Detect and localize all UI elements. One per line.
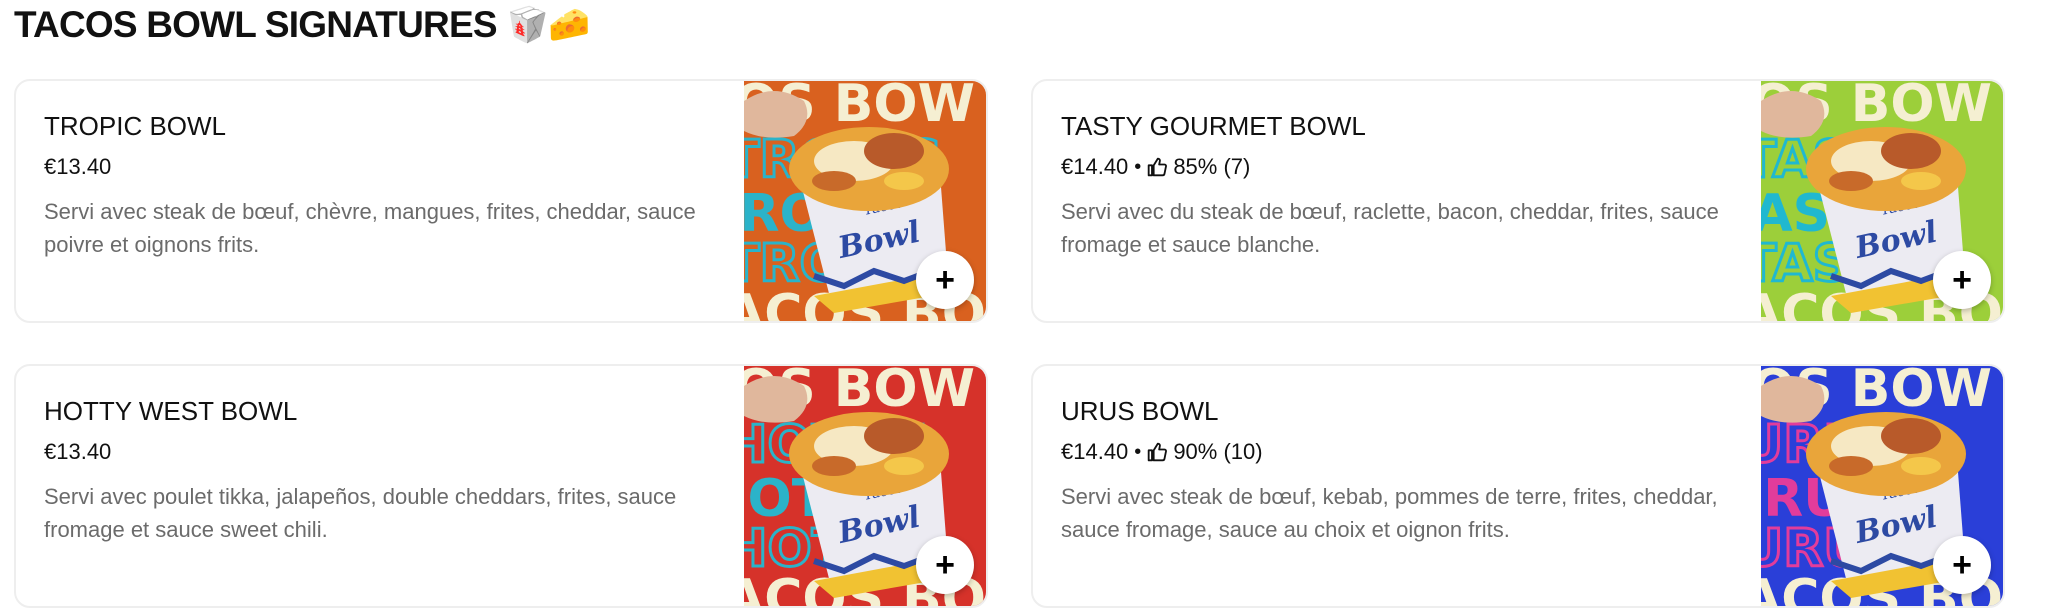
section-title: TACOS BOWL SIGNATURES 🥡🧀 <box>14 4 591 45</box>
menu-item-price: €14.40 <box>1061 439 1129 465</box>
add-to-cart-button[interactable]: + <box>916 251 974 309</box>
menu-item-price-line: €14.40 • 90% (10) <box>1061 439 1741 465</box>
menu-item-price-line: €14.40 • 85% (7) <box>1061 154 1741 180</box>
menu-item-image[interactable]: OS BOW HOTTY HOTTY HOTTY ACOS BO Bowl Ta… <box>744 366 986 606</box>
menu-item-name: TASTY GOURMET BOWL <box>1061 111 1366 141</box>
menu-item-description: Servi avec steak de bœuf, chèvre, mangue… <box>44 198 696 257</box>
menu-item-rating: 90% (10) <box>1173 439 1263 465</box>
menu-item-rating: 85% (7) <box>1173 154 1251 180</box>
separator-dot: • <box>1134 441 1142 464</box>
menu-item-image[interactable]: OS BOW TASTY TASTY TASTY ACOS BO Bowl Ta… <box>1761 81 2003 321</box>
menu-grid: TROPIC BOWL €13.40 • Servi avec steak de… <box>14 79 2005 608</box>
menu-item-card[interactable]: URUS BOWL €14.40 • 90% (10) Servi avec s… <box>1031 364 2005 608</box>
menu-item-price-line: €13.40 • <box>44 439 724 465</box>
menu-item-name: HOTTY WEST BOWL <box>44 396 298 426</box>
menu-item-card[interactable]: TROPIC BOWL €13.40 • Servi avec steak de… <box>14 79 988 323</box>
plus-icon: + <box>935 546 955 584</box>
plus-icon: + <box>1952 261 1972 299</box>
menu-item-name: URUS BOWL <box>1061 396 1219 426</box>
title-emoji: 🥡🧀 <box>506 4 591 45</box>
menu-item-price-line: €13.40 • <box>44 154 724 180</box>
separator-dot: • <box>1134 156 1142 179</box>
add-to-cart-button[interactable]: + <box>1933 536 1991 594</box>
menu-item-info: URUS BOWL €14.40 • 90% (10) Servi avec s… <box>1061 396 1741 546</box>
menu-item-image[interactable]: OS BOW TROPIC TROPIC TROPIC ACOS BO Bowl… <box>744 81 986 321</box>
plus-icon: + <box>935 261 955 299</box>
menu-item-image[interactable]: OS BOW URUS URUS URUS ACOS BO Bowl Tacos <box>1761 366 2003 606</box>
menu-item-price: €14.40 <box>1061 154 1129 180</box>
menu-item-price: €13.40 <box>44 439 112 465</box>
menu-item-card[interactable]: HOTTY WEST BOWL €13.40 • Servi avec poul… <box>14 364 988 608</box>
menu-item-info: TASTY GOURMET BOWL €14.40 • 85% (7) Serv… <box>1061 111 1741 261</box>
menu-item-card[interactable]: TASTY GOURMET BOWL €14.40 • 85% (7) Serv… <box>1031 79 2005 323</box>
menu-item-name: TROPIC BOWL <box>44 111 227 141</box>
menu-item-info: HOTTY WEST BOWL €13.40 • Servi avec poul… <box>44 396 724 546</box>
menu-item-description: Servi avec du steak de bœuf, raclette, b… <box>1061 198 1719 257</box>
plus-icon: + <box>1952 546 1972 584</box>
menu-item-info: TROPIC BOWL €13.40 • Servi avec steak de… <box>44 111 724 261</box>
menu-item-description: Servi avec poulet tikka, jalapeños, doub… <box>44 483 677 542</box>
section-title-text: TACOS BOWL SIGNATURES <box>14 4 498 45</box>
add-to-cart-button[interactable]: + <box>916 536 974 594</box>
thumbs-up-icon <box>1148 158 1168 177</box>
menu-item-price: €13.40 <box>44 154 112 180</box>
add-to-cart-button[interactable]: + <box>1933 251 1991 309</box>
menu-item-description: Servi avec steak de bœuf, kebab, pommes … <box>1061 483 1718 542</box>
thumbs-up-icon <box>1148 443 1168 462</box>
